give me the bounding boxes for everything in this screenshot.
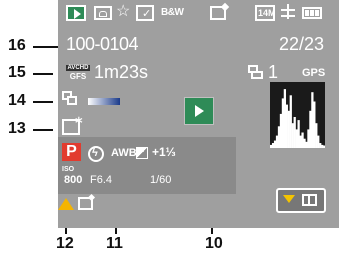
recording-time: 1m23s: [94, 62, 149, 82]
gps-label: GPS: [302, 67, 326, 79]
histogram-bar: [297, 120, 300, 148]
flash-off-icon: ϟ: [88, 146, 104, 162]
shutter-speed: 1/60: [150, 174, 172, 186]
histogram-bar: [273, 140, 277, 148]
histogram-bar: [313, 101, 316, 148]
avchd-label: AVCHD: [66, 65, 90, 71]
histogram-bar: [321, 144, 324, 148]
gfs-label: GFS: [69, 72, 87, 81]
histogram-bar: [319, 143, 322, 148]
histogram-bar: [275, 135, 279, 148]
histogram-bar: [311, 92, 314, 148]
avchd-gfs-badge: AVCHD GFS: [66, 65, 90, 81]
resolution-badge: 14M: [255, 5, 276, 21]
callout-11: 11: [106, 235, 123, 252]
callout-12: 12: [56, 235, 74, 252]
battery-icon: [302, 7, 322, 19]
recording-mode-badge: P: [62, 143, 81, 161]
histogram-bar: [301, 132, 304, 148]
histogram-bar: [281, 98, 285, 148]
playback-mode-icon[interactable]: [66, 5, 86, 21]
callout-15: 15: [8, 64, 26, 81]
favorite-icon: ☆: [116, 3, 131, 20]
histogram-graph: [270, 89, 326, 148]
iso-value: 800: [64, 174, 83, 186]
awb-label: AWB: [111, 147, 137, 159]
histogram-bar: [317, 135, 320, 148]
bw-label: B&W: [161, 7, 184, 18]
text-stamp-icon: [210, 2, 230, 20]
histogram-bar: [283, 89, 287, 148]
image-counter: 22/23: [279, 34, 325, 54]
histogram-bar: [289, 95, 292, 148]
histogram-bar: [307, 129, 310, 148]
callout-14-leader: [33, 101, 53, 103]
histogram-bar: [299, 135, 302, 148]
protect-icon: [94, 6, 112, 20]
histogram-bar: [293, 117, 296, 148]
aspect-grid-icon: [281, 4, 295, 19]
callout-13: 13: [8, 120, 26, 137]
warning-icon: [58, 198, 74, 210]
info-panel: [58, 137, 236, 194]
callout-16: 16: [8, 37, 26, 54]
histogram-bar: [323, 145, 326, 148]
resolution-label: 14M: [258, 8, 276, 18]
battery-level-bar: [88, 98, 120, 105]
aperture-value: F6.4: [90, 174, 113, 186]
histogram-bar: [309, 110, 312, 148]
histogram: [270, 82, 326, 148]
histogram-bar: [277, 126, 281, 148]
callout-10: 10: [205, 235, 223, 252]
histogram-bar: [305, 141, 308, 148]
exposure-compensation: +1⅓: [152, 145, 176, 159]
text-stamp-status-icon: [78, 193, 96, 210]
histogram-bar: [271, 143, 275, 148]
play-video-button[interactable]: [184, 97, 214, 125]
histogram-bar: [287, 110, 290, 148]
print-icon: [246, 65, 264, 81]
edited-image-icon: ✓: [136, 5, 154, 21]
print-count: 1: [268, 62, 279, 82]
camera-screen: ☆ ✓ B&W 14M 100-0104 22/23 AVCHD GFS 1m2…: [58, 0, 339, 228]
burst-group-icon: [62, 91, 82, 107]
histogram-bar: [295, 129, 298, 148]
iso-label: ISO: [62, 166, 75, 173]
callout-15-leader: [33, 73, 53, 75]
histogram-bar: [303, 138, 306, 148]
histogram-bar: [270, 144, 273, 148]
callout-14: 14: [8, 92, 26, 109]
exposure-comp-icon: [136, 147, 148, 159]
callout-13-leader: [33, 129, 53, 131]
folder-file-number: 100-0104: [66, 34, 139, 54]
scene-detect-icon: ✲: [62, 116, 83, 135]
histogram-bar: [315, 123, 318, 148]
display-toggle-button[interactable]: [276, 188, 326, 213]
histogram-bar: [291, 123, 294, 148]
histogram-bar: [279, 113, 283, 148]
histogram-bar: [285, 104, 288, 148]
